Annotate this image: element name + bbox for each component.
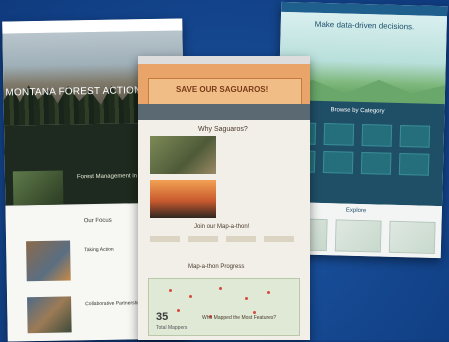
join-mapathon-heading: Join our Map-a-thon! [194, 224, 250, 230]
category-heading: Browse by Category [330, 107, 385, 115]
desert-sunset-photo [150, 180, 216, 218]
category-tile [323, 123, 355, 146]
mapped-feature [169, 289, 172, 292]
category-tile [361, 124, 393, 147]
total-mappers-count: 35 [156, 311, 169, 323]
saguaro-page-preview: SAVE OUR SAGUAROS! Why Saguaros? Join ou… [138, 56, 310, 340]
total-mappers-label: Total Mappers [156, 325, 188, 331]
saguaro-intro-strip [138, 104, 310, 120]
desert-hiker-photo [150, 136, 216, 174]
mapped-feature [189, 295, 192, 298]
explore-heading: Explore [345, 207, 367, 215]
category-tile [360, 152, 392, 175]
category-tile [322, 151, 354, 174]
top-mappers-heading: Who Mapped the Most Features? [202, 315, 277, 321]
cyclists-photo [12, 170, 64, 206]
map-thumbnail [334, 219, 382, 253]
our-focus-heading: Our Focus [83, 217, 112, 225]
category-tile [398, 153, 430, 176]
join-step [150, 236, 180, 242]
join-step [226, 236, 256, 242]
portal-hero-heading: Make data-driven decisions. [314, 19, 415, 32]
saguaro-banner: SAVE OUR SAGUAROS! [138, 64, 310, 108]
collaborative-partnerships-label: Collaborative Partnerships [85, 300, 144, 308]
why-saguaros-heading: Why Saguaros? [198, 126, 248, 133]
map-thumbnail [388, 220, 436, 254]
category-tile [399, 125, 431, 148]
mapped-feature [177, 309, 180, 312]
join-step [264, 236, 294, 242]
taking-action-label: Taking Action [84, 246, 114, 254]
saguaro-browser-bar [138, 56, 310, 64]
firefighter-photo [26, 240, 71, 282]
save-our-saguaros-title: SAVE OUR SAGUAROS! [176, 85, 269, 94]
mapped-feature [219, 287, 222, 290]
mapped-feature [245, 297, 248, 300]
partners-photo [27, 296, 72, 334]
mapathon-progress-heading: Map-a-thon Progress [188, 264, 245, 270]
mapped-feature [267, 291, 270, 294]
mapped-feature [253, 311, 256, 314]
join-step [188, 236, 218, 242]
